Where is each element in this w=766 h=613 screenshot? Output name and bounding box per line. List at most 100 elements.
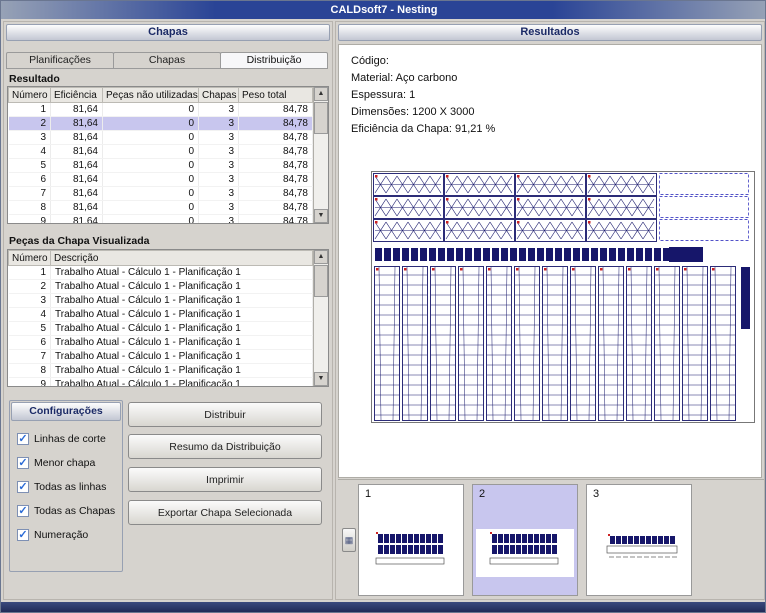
table-row[interactable]: 681,640384,78 xyxy=(9,173,313,187)
config-option-todas-as-linhas[interactable]: ✓ Todas as linhas xyxy=(17,481,122,493)
config-option-linhas-de-corte[interactable]: ✓Linhas de corte xyxy=(17,433,122,445)
cell: 9 xyxy=(9,215,51,224)
thumbnail-number: 1 xyxy=(365,488,371,500)
pecas-table: NúmeroDescrição 1Trabalho Atual - Cálcul… xyxy=(8,250,313,386)
cell: 84,78 xyxy=(239,215,313,224)
table-row[interactable]: 6Trabalho Atual - Cálculo 1 - Planificaç… xyxy=(9,336,313,350)
configuracoes-header: Configurações xyxy=(11,402,121,421)
pecas-label: Peças da Chapa Visualizada xyxy=(9,235,149,247)
scrollbar-track[interactable] xyxy=(314,297,328,372)
table-row[interactable]: 5Trabalho Atual - Cálculo 1 - Planificaç… xyxy=(9,322,313,336)
checkbox-icon[interactable]: ✓ xyxy=(17,505,29,517)
cell: 0 xyxy=(103,117,199,131)
cell: 81,64 xyxy=(51,173,103,187)
scrollbar-thumb[interactable] xyxy=(314,102,328,134)
cell: 81,64 xyxy=(51,187,103,201)
nesting-diagram xyxy=(371,171,755,427)
table-row[interactable]: 281,640384,78 xyxy=(9,117,313,131)
scroll-down-icon[interactable]: ▼ xyxy=(314,209,328,223)
cell: 3 xyxy=(199,145,239,159)
title-bar[interactable]: CALDsoft7 - Nesting xyxy=(1,1,766,19)
checkbox-icon[interactable]: ✓ xyxy=(17,481,29,493)
config-option-label: Todas as linhas xyxy=(34,481,106,493)
column-header-numero[interactable]: Número xyxy=(9,88,51,103)
pecas-header-row: NúmeroDescrição xyxy=(9,251,313,266)
cell: 81,64 xyxy=(51,117,103,131)
table-row[interactable]: 781,640384,78 xyxy=(9,187,313,201)
cell: 7 xyxy=(9,350,51,364)
cell: 84,78 xyxy=(239,187,313,201)
column-header-descricao[interactable]: Descrição xyxy=(51,251,313,266)
cell: 4 xyxy=(9,308,51,322)
cell: 84,78 xyxy=(239,173,313,187)
table-row[interactable]: 581,640384,78 xyxy=(9,159,313,173)
cell: Trabalho Atual - Cálculo 1 - Planificaçã… xyxy=(51,378,313,387)
thumbnail-number: 2 xyxy=(479,488,485,500)
cell: 84,78 xyxy=(239,131,313,145)
column-header-pecas-nao-utilizadas[interactable]: Peças não utilizadas xyxy=(103,88,199,103)
results-main: Código:Material: Aço carbonoEspessura: 1… xyxy=(338,44,762,478)
column-header-eficiencia[interactable]: Eficiência xyxy=(51,88,103,103)
config-option-numeracao[interactable]: ✓Numeração xyxy=(17,529,122,541)
info-line: Eficiência da Chapa: 91,21 % xyxy=(351,123,761,140)
window-title: CALDsoft7 - Nesting xyxy=(331,4,438,16)
table-row[interactable]: 381,640384,78 xyxy=(9,131,313,145)
table-row[interactable]: 2Trabalho Atual - Cálculo 1 - Planificaç… xyxy=(9,280,313,294)
table-row[interactable]: 8Trabalho Atual - Cálculo 1 - Planificaç… xyxy=(9,364,313,378)
column-header-numero[interactable]: Número xyxy=(9,251,51,266)
config-option-menor-chapa[interactable]: ✓ Menor chapa xyxy=(17,457,122,469)
config-option-todas-as-chapas[interactable]: ✓ Todas as Chapas xyxy=(17,505,122,517)
cell: 2 xyxy=(9,117,51,131)
column-header-peso-total[interactable]: Peso total xyxy=(239,88,313,103)
pecas-scrollbar[interactable]: ▲ ▼ xyxy=(313,250,328,386)
table-row[interactable]: 181,640384,78 xyxy=(9,103,313,117)
cell: 6 xyxy=(9,336,51,350)
cell: Trabalho Atual - Cálculo 1 - Planificaçã… xyxy=(51,266,313,280)
cell: 8 xyxy=(9,201,51,215)
thumbnail-panel-button[interactable]: ▦ xyxy=(342,528,356,552)
table-row[interactable]: 3Trabalho Atual - Cálculo 1 - Planificaç… xyxy=(9,294,313,308)
config-options: ✓Linhas de corte✓Menor chapa✓Todas as li… xyxy=(10,433,122,541)
column-header-chapas[interactable]: Chapas xyxy=(199,88,239,103)
resultado-scrollbar[interactable]: ▲ ▼ xyxy=(313,87,328,223)
imprimir-button[interactable]: Imprimir xyxy=(128,467,322,492)
config-option-label: Menor chapa xyxy=(34,457,95,469)
resumo-da-distribuicao-button[interactable]: Resumo da Distribuição xyxy=(128,434,322,459)
exportar-chapa-selecionada-button[interactable]: Exportar Chapa Selecionada xyxy=(128,500,322,525)
thumbnail-3[interactable]: 3 xyxy=(586,484,692,596)
table-row[interactable]: 481,640384,78 xyxy=(9,145,313,159)
scroll-down-icon[interactable]: ▼ xyxy=(314,372,328,386)
checkbox-icon[interactable]: ✓ xyxy=(17,433,29,445)
table-row[interactable]: 981,640384,78 xyxy=(9,215,313,224)
scroll-up-icon[interactable]: ▲ xyxy=(314,87,328,101)
checkbox-icon[interactable]: ✓ xyxy=(17,529,29,541)
thumbnail-number: 3 xyxy=(593,488,599,500)
checkbox-icon[interactable]: ✓ xyxy=(17,457,29,469)
cell: 8 xyxy=(9,364,51,378)
resultados-panel: Resultados Código:Material: Aço carbonoE… xyxy=(335,21,765,600)
table-row[interactable]: 7Trabalho Atual - Cálculo 1 - Planificaç… xyxy=(9,350,313,364)
cell: Trabalho Atual - Cálculo 1 - Planificaçã… xyxy=(51,336,313,350)
table-row[interactable]: 9Trabalho Atual - Cálculo 1 - Planificaç… xyxy=(9,378,313,387)
scrollbar-track[interactable] xyxy=(314,134,328,209)
cell: Trabalho Atual - Cálculo 1 - Planificaçã… xyxy=(51,280,313,294)
scroll-up-icon[interactable]: ▲ xyxy=(314,250,328,264)
tab-distribuicao[interactable]: Distribuição xyxy=(220,52,328,69)
tab-planificacoes[interactable]: Planificações xyxy=(6,52,114,69)
thumbnail-preview xyxy=(590,529,688,577)
results-info: Código:Material: Aço carbonoEspessura: 1… xyxy=(339,45,761,140)
tab-chapas[interactable]: Chapas xyxy=(113,52,221,69)
distribuir-button[interactable]: Distribuir xyxy=(128,402,322,427)
scrollbar-thumb[interactable] xyxy=(314,265,328,297)
config-option-label: Todas as Chapas xyxy=(34,505,115,517)
table-row[interactable]: 1Trabalho Atual - Cálculo 1 - Planificaç… xyxy=(9,266,313,280)
thumbnail-2[interactable]: 2 xyxy=(472,484,578,596)
resultado-table: NúmeroEficiênciaPeças não utilizadasChap… xyxy=(8,87,313,223)
cell: Trabalho Atual - Cálculo 1 - Planificaçã… xyxy=(51,308,313,322)
table-row[interactable]: 881,640384,78 xyxy=(9,201,313,215)
cell: 6 xyxy=(9,173,51,187)
cell: 0 xyxy=(103,131,199,145)
table-row[interactable]: 4Trabalho Atual - Cálculo 1 - Planificaç… xyxy=(9,308,313,322)
cell: 3 xyxy=(199,173,239,187)
thumbnail-1[interactable]: 1 xyxy=(358,484,464,596)
